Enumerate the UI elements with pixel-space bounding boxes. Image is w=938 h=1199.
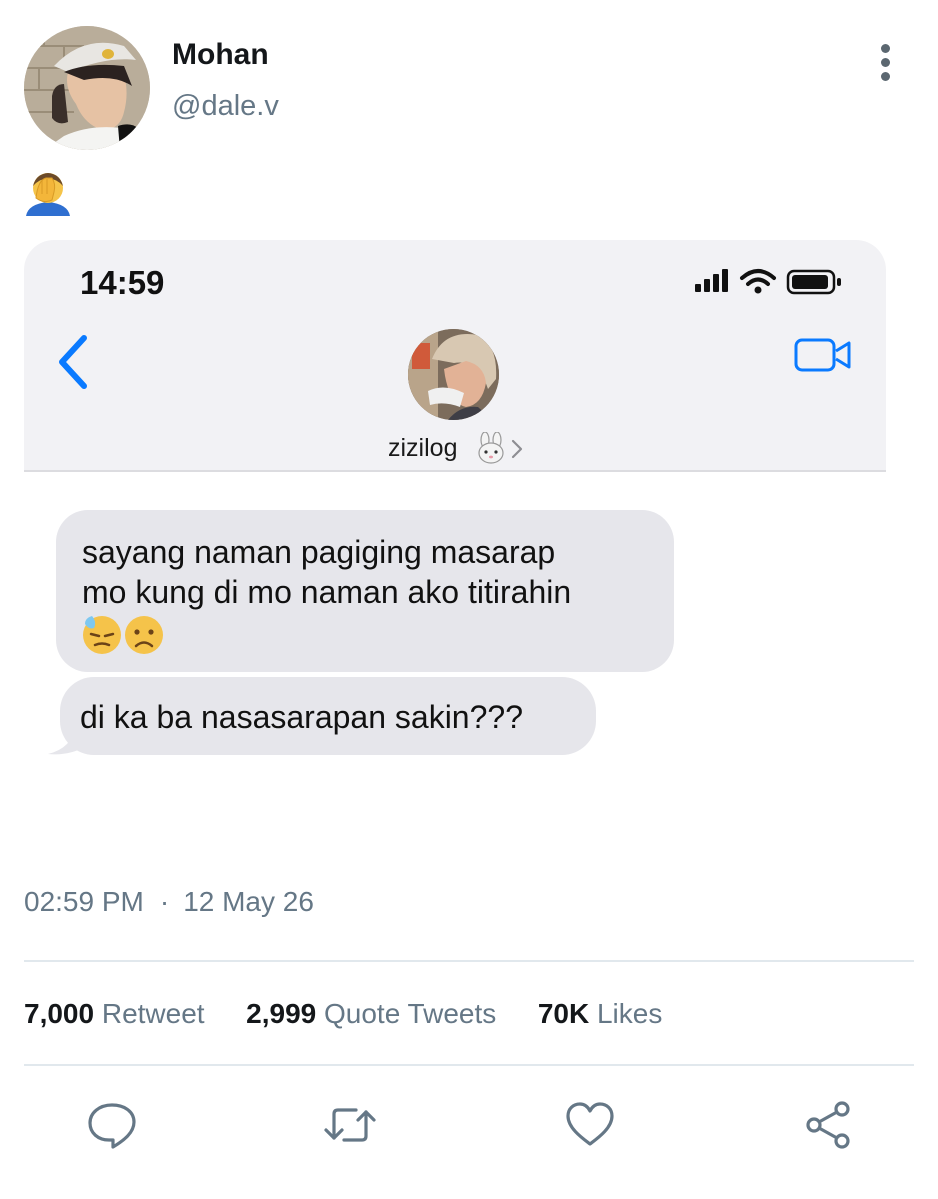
divider bbox=[24, 1064, 914, 1066]
tweet-time: 02:59 PM bbox=[24, 886, 144, 917]
chevron-right-icon[interactable] bbox=[510, 438, 524, 460]
battery-icon bbox=[786, 269, 841, 295]
wifi-icon bbox=[740, 269, 776, 286]
like-icon[interactable] bbox=[564, 1100, 616, 1150]
tweet-timestamp[interactable]: 02:59 PM · 12 May 26 bbox=[24, 886, 314, 918]
display-name[interactable]: Mohan bbox=[172, 38, 269, 72]
reply-icon[interactable] bbox=[86, 1100, 138, 1150]
likes-label: Likes bbox=[596, 998, 663, 1029]
contact-name[interactable]: zizilog bbox=[388, 434, 457, 463]
downcast-face-with-sweat-icon bbox=[83, 616, 163, 654]
contact-avatar[interactable] bbox=[408, 329, 499, 420]
retweet-icon[interactable] bbox=[322, 1100, 376, 1150]
divider bbox=[24, 960, 914, 962]
retweet-stat[interactable]: 7,000 Retweet bbox=[24, 998, 205, 1029]
share-icon[interactable] bbox=[802, 1100, 854, 1150]
video-call-icon[interactable] bbox=[794, 337, 852, 373]
status-icons bbox=[692, 266, 852, 296]
message-header: 14:59 zizilog bbox=[24, 240, 886, 472]
more-options-icon[interactable] bbox=[872, 42, 900, 82]
man-facepalming-icon bbox=[22, 170, 74, 216]
likes-count: 70K bbox=[537, 998, 590, 1029]
frowning-face-icon bbox=[125, 616, 163, 654]
tweet-date: 12 May 26 bbox=[183, 886, 314, 917]
status-time: 14:59 bbox=[80, 264, 165, 301]
message-line: sayang naman pagiging masarap bbox=[82, 534, 556, 570]
message-screenshot: 14:59 zizilog sayang naman pagiging masa… bbox=[24, 240, 886, 860]
message-line: mo kung di mo naman ako titirahin bbox=[82, 574, 572, 610]
retweet-count: 7,000 bbox=[24, 998, 95, 1029]
signal-icon bbox=[695, 269, 728, 292]
likes-stat[interactable]: 70K Likes bbox=[538, 998, 663, 1029]
back-chevron-icon[interactable] bbox=[54, 332, 94, 392]
user-handle[interactable]: @dale.v bbox=[172, 90, 279, 123]
message-bubble: sayang naman pagiging masarap mo kung di… bbox=[56, 510, 674, 672]
quote-count: 2,999 bbox=[246, 998, 317, 1029]
engagement-stats: 7,000 Retweet 2,999 Quote Tweets 70K Lik… bbox=[24, 998, 662, 1030]
message-bubble: di ka ba nasasarapan sakin??? bbox=[60, 677, 596, 755]
retweet-label: Retweet bbox=[101, 998, 205, 1029]
rabbit-face-icon bbox=[477, 431, 505, 464]
bubble-tail bbox=[46, 726, 86, 756]
user-avatar[interactable] bbox=[24, 26, 150, 150]
separator-dot: · bbox=[159, 886, 170, 917]
quote-label: Quote Tweets bbox=[324, 998, 497, 1029]
quote-stat[interactable]: 2,999 Quote Tweets bbox=[246, 998, 496, 1029]
